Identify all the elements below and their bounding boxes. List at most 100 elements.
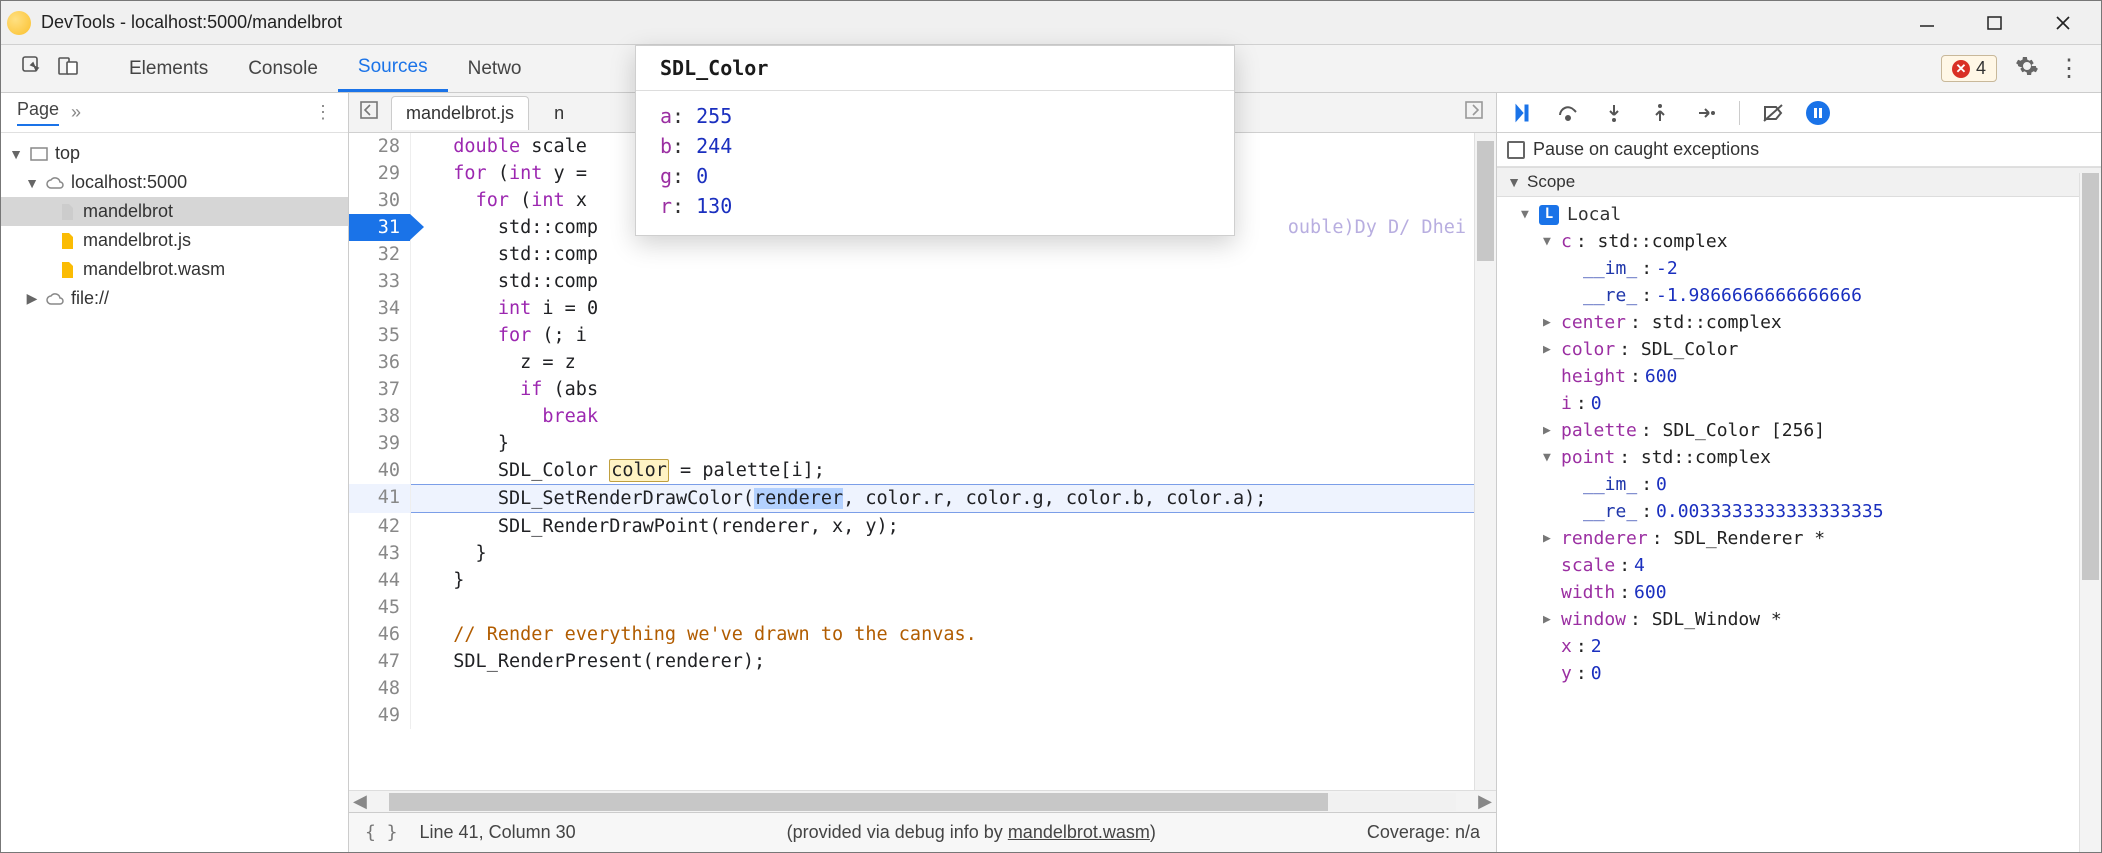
code-line[interactable]: // Render everything we've drawn to the … (411, 621, 1496, 648)
tree-file-mandelbrot-wasm[interactable]: mandelbrot.wasm (1, 255, 348, 284)
tab-sources[interactable]: Sources (338, 45, 448, 92)
checkbox[interactable] (1507, 141, 1525, 159)
sidebar-page-tab[interactable]: Page (17, 99, 59, 126)
sidebar-more-tabs[interactable]: » (71, 102, 81, 123)
code-line[interactable]: } (411, 430, 1496, 457)
editor-v-scrollbar[interactable] (1474, 133, 1496, 790)
scope-variable-row[interactable]: __re_: 0.0033333333333333335 (1501, 498, 2097, 525)
code-line[interactable]: } (411, 540, 1496, 567)
device-toggle-icon[interactable] (57, 55, 79, 82)
debug-info-link[interactable]: mandelbrot.wasm (1008, 822, 1150, 842)
gutter-line-number[interactable]: 43 (349, 540, 411, 567)
tab-elements[interactable]: Elements (109, 45, 228, 92)
code-line[interactable]: SDL_RenderPresent(renderer); (411, 648, 1496, 675)
tab-network[interactable]: Netwo (448, 45, 542, 92)
tree-file-mandelbrot-js[interactable]: mandelbrot.js (1, 226, 348, 255)
settings-icon[interactable] (2015, 54, 2039, 83)
gutter-line-number[interactable]: 46 (349, 621, 411, 648)
scope-variable-row[interactable]: x: 2 (1501, 633, 2097, 660)
maximize-button[interactable] (1975, 8, 2015, 38)
code-line[interactable]: SDL_Color color = palette[i]; (411, 457, 1496, 484)
gutter-line-number[interactable]: 29 (349, 160, 411, 187)
gutter-line-number[interactable]: 28 (349, 133, 411, 160)
brackets-icon[interactable]: { } (365, 822, 398, 843)
scope-tree[interactable]: ▼ L Local ▼c: std::complex__im_: -2__re_… (1497, 197, 2101, 852)
code-line[interactable]: SDL_SetRenderDrawColor(renderer, color.r… (411, 484, 1496, 513)
more-icon[interactable]: ⋮ (2057, 54, 2081, 83)
inspect-icon[interactable] (21, 55, 43, 82)
filetab-mandelbrot-js[interactable]: mandelbrot.js (391, 96, 529, 130)
scope-variable-row[interactable]: ▶color: SDL_Color (1501, 336, 2097, 363)
scope-variable-row[interactable]: i: 0 (1501, 390, 2097, 417)
code-line[interactable]: } (411, 567, 1496, 594)
scope-v-scrollbar[interactable] (2079, 173, 2101, 852)
gutter-line-number[interactable]: 36 (349, 349, 411, 376)
error-badge[interactable]: ✕ 4 (1941, 55, 1997, 82)
scope-variable-row[interactable]: ▶palette: SDL_Color [256] (1501, 417, 2097, 444)
gutter-line-number[interactable]: 45 (349, 594, 411, 621)
scope-variable-row[interactable]: ▶center: std::complex (1501, 309, 2097, 336)
minimize-button[interactable] (1907, 8, 1947, 38)
tree-top[interactable]: ▼ top (1, 139, 348, 168)
editor-h-scrollbar[interactable]: ◀ ▶ (349, 790, 1496, 812)
scope-variable-row[interactable]: width: 600 (1501, 579, 2097, 606)
scope-local-header[interactable]: ▼ L Local (1501, 201, 2097, 228)
filetab-next[interactable]: n (539, 96, 579, 130)
gutter-line-number[interactable]: 34 (349, 295, 411, 322)
pause-exceptions-button[interactable] (1806, 101, 1830, 125)
code-line[interactable]: std::comp (411, 241, 1496, 268)
code-line[interactable] (411, 702, 1496, 729)
gutter-line-number[interactable]: 48 (349, 675, 411, 702)
gutter-line-number[interactable]: 30 (349, 187, 411, 214)
scope-variable-row[interactable]: ▼c: std::complex (1501, 228, 2097, 255)
resume-button[interactable] (1509, 100, 1535, 126)
scope-variable-row[interactable]: scale: 4 (1501, 552, 2097, 579)
nav-forward-icon[interactable] (1464, 99, 1486, 126)
gutter-line-number[interactable]: 32 (349, 241, 411, 268)
gutter-line-number[interactable]: 44 (349, 567, 411, 594)
code-line[interactable]: int i = 0 (411, 295, 1496, 322)
gutter-line-number[interactable]: 47 (349, 648, 411, 675)
scope-variable-row[interactable]: __im_: 0 (1501, 471, 2097, 498)
step-over-button[interactable] (1555, 100, 1581, 126)
gutter-line-number[interactable]: 49 (349, 702, 411, 729)
scope-section-header[interactable]: ▼ Scope (1497, 167, 2101, 197)
gutter-line-number[interactable]: 40 (349, 457, 411, 484)
step-button[interactable] (1693, 100, 1719, 126)
gutter-line-number[interactable]: 31 (349, 214, 411, 241)
code-line[interactable]: z = z (411, 349, 1496, 376)
scope-variable-row[interactable]: ▼point: std::complex (1501, 444, 2097, 471)
code-line[interactable]: if (abs (411, 376, 1496, 403)
code-line[interactable]: break (411, 403, 1496, 430)
gutter-line-number[interactable]: 35 (349, 322, 411, 349)
step-out-button[interactable] (1647, 100, 1673, 126)
tree-file-proto[interactable]: ▶ file:// (1, 284, 348, 313)
scope-variable-row[interactable]: y: 0 (1501, 660, 2097, 687)
chevron-down-icon: ▼ (1521, 201, 1535, 228)
sidebar-menu-icon[interactable]: ⋮ (314, 102, 332, 123)
scope-variable-row[interactable]: __im_: -2 (1501, 255, 2097, 282)
deactivate-breakpoints-button[interactable] (1760, 100, 1786, 126)
scope-variable-row[interactable]: height: 600 (1501, 363, 2097, 390)
code-line[interactable] (411, 594, 1496, 621)
tree-host[interactable]: ▼ localhost:5000 (1, 168, 348, 197)
close-button[interactable] (2043, 8, 2083, 38)
nav-back-icon[interactable] (359, 99, 381, 126)
gutter-line-number[interactable]: 42 (349, 513, 411, 540)
gutter-line-number[interactable]: 41 (349, 484, 411, 513)
gutter-line-number[interactable]: 37 (349, 376, 411, 403)
gutter-line-number[interactable]: 33 (349, 268, 411, 295)
code-line[interactable] (411, 675, 1496, 702)
scope-variable-row[interactable]: ▶window: SDL_Window * (1501, 606, 2097, 633)
scope-variable-row[interactable]: ▶renderer: SDL_Renderer * (1501, 525, 2097, 552)
pause-on-exceptions-row[interactable]: Pause on caught exceptions (1497, 133, 2101, 166)
code-line[interactable]: for (; i (411, 322, 1496, 349)
step-into-button[interactable] (1601, 100, 1627, 126)
tab-console[interactable]: Console (228, 45, 338, 92)
code-line[interactable]: SDL_RenderDrawPoint(renderer, x, y); (411, 513, 1496, 540)
gutter-line-number[interactable]: 38 (349, 403, 411, 430)
code-line[interactable]: std::comp (411, 268, 1496, 295)
scope-variable-row[interactable]: __re_: -1.9866666666666666 (1501, 282, 2097, 309)
tree-file-mandelbrot[interactable]: mandelbrot (1, 197, 348, 226)
gutter-line-number[interactable]: 39 (349, 430, 411, 457)
